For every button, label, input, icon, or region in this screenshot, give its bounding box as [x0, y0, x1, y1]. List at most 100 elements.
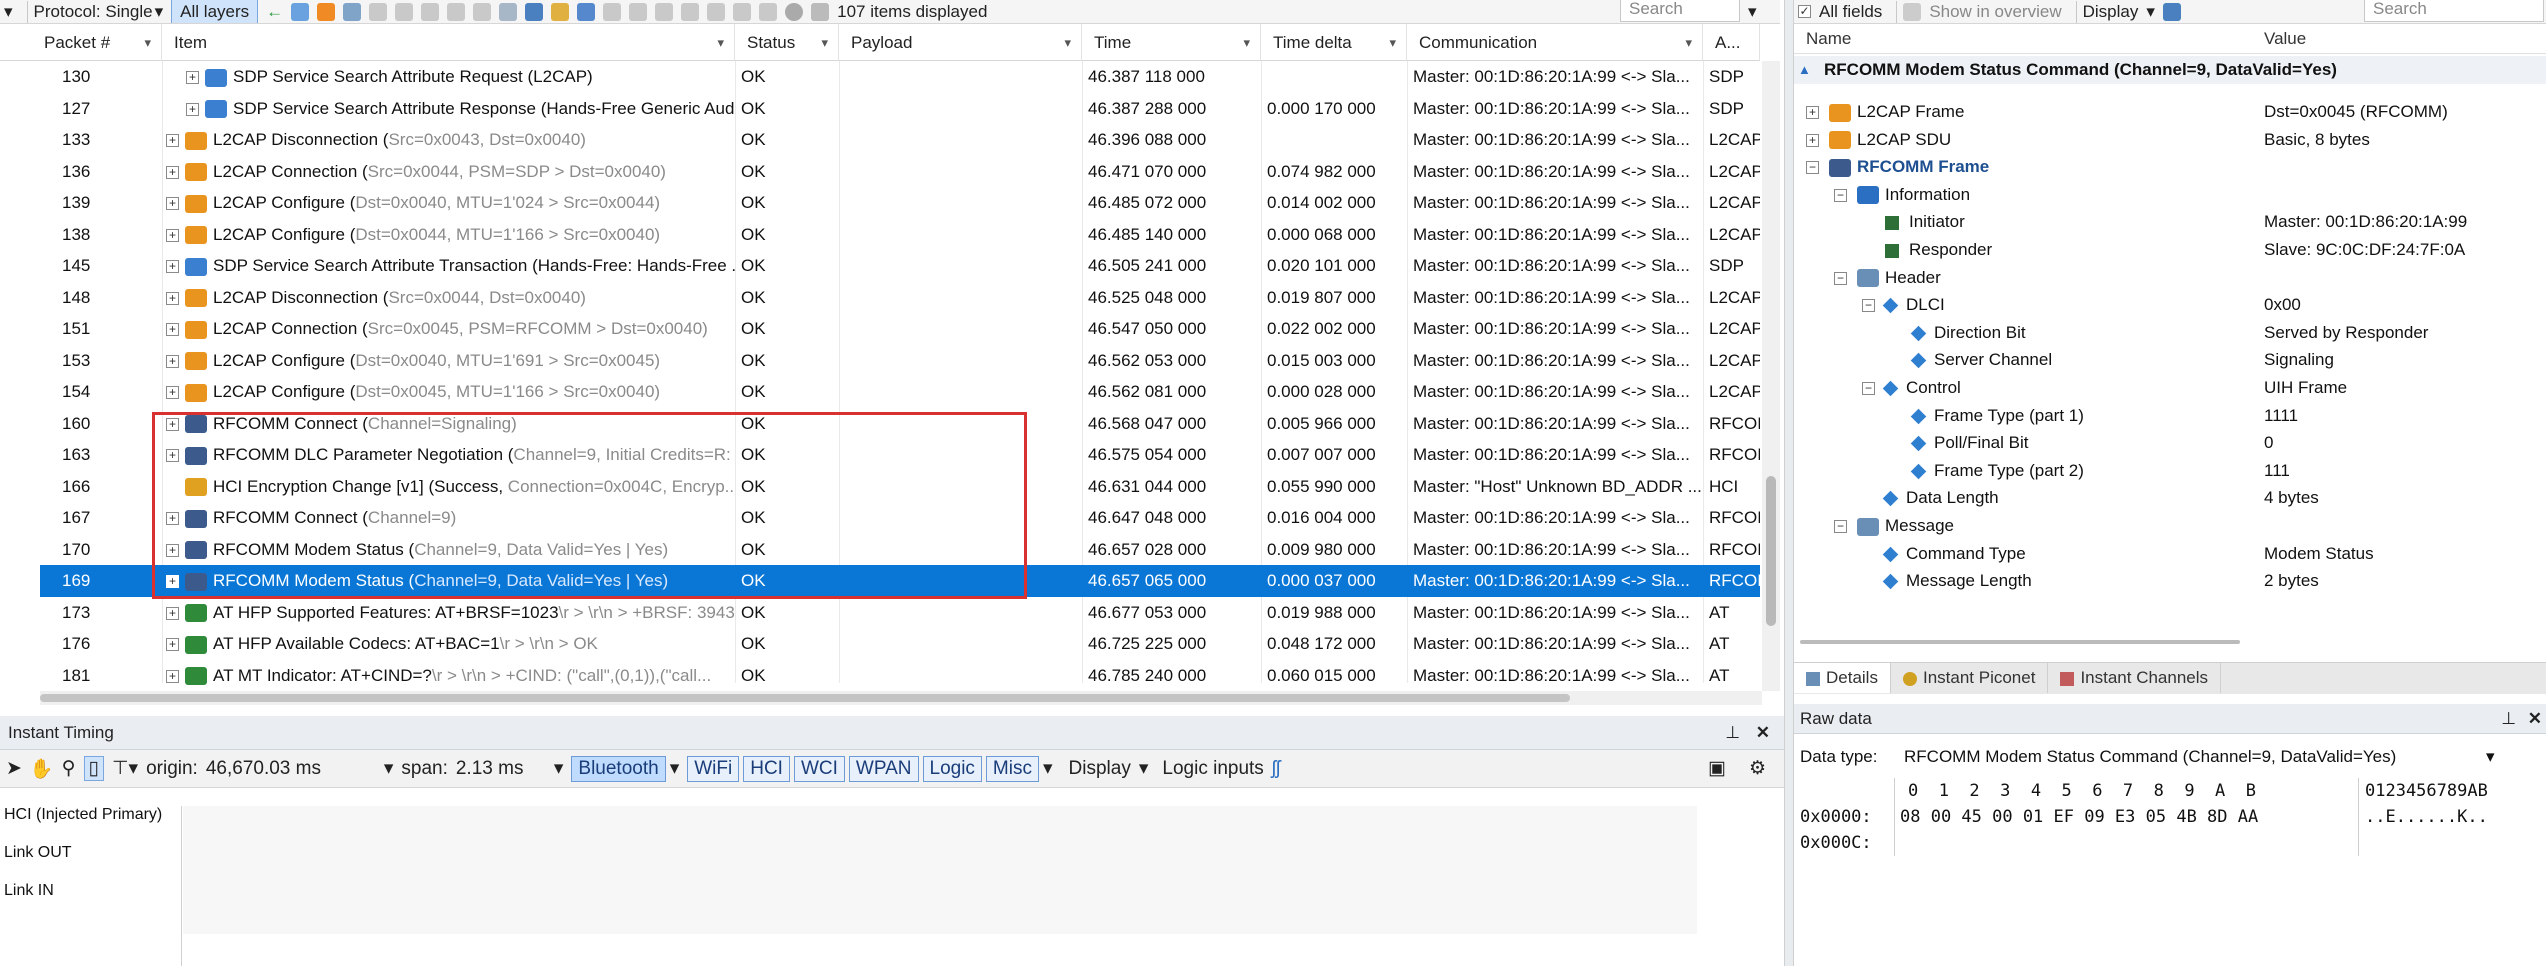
tool-icon[interactable]: [395, 2, 414, 21]
vertical-splitter[interactable]: [1784, 0, 1794, 966]
filter-hci[interactable]: HCI: [743, 755, 790, 782]
search-input[interactable]: Search: [1620, 0, 1740, 22]
details-hscrollbar-thumb[interactable]: [1800, 640, 2240, 644]
collapse-icon[interactable]: −: [1806, 161, 1819, 175]
packet-list-hscrollbar[interactable]: [40, 691, 1762, 705]
table-row[interactable]: 176 + AT HFP Available Codecs: AT+BAC=1\r …: [40, 628, 1760, 660]
close-icon[interactable]: ✕: [1756, 716, 1770, 750]
chevron-down-icon[interactable]: ▾: [2486, 740, 2495, 774]
chevron-down-icon[interactable]: ▾: [1043, 757, 1053, 780]
tab-details[interactable]: Details: [1794, 663, 1891, 693]
table-row[interactable]: 133 + L2CAP Disconnection (Src=0x0043, Dst…: [40, 124, 1760, 156]
col-name[interactable]: Name: [1806, 24, 1851, 54]
protocol-select[interactable]: Protocol: Single: [34, 2, 153, 22]
hscrollbar-thumb[interactable]: [40, 694, 1570, 702]
table-row[interactable]: 181 + AT MT Indicator: AT+CIND=?\r > \r\n …: [40, 660, 1760, 692]
details-hscrollbar[interactable]: [1800, 640, 2530, 646]
collapse-icon[interactable]: −: [1834, 520, 1847, 534]
chevron-down-icon[interactable]: ▾: [1139, 757, 1149, 780]
view-toggle-button[interactable]: ▯: [83, 756, 104, 781]
filter-logic[interactable]: Logic: [922, 755, 982, 782]
collapse-icon[interactable]: −: [1834, 188, 1847, 202]
checkbox-all-fields[interactable]: ✓: [1798, 5, 1811, 18]
filter-bluetooth[interactable]: Bluetooth: [571, 755, 666, 782]
tree-node[interactable]: + L2CAP SDU: [1806, 126, 1951, 154]
collapse-icon[interactable]: −: [1862, 299, 1875, 313]
settings-icon[interactable]: ⚙: [1749, 757, 1766, 780]
table-row[interactable]: 127 + SDP Service Search Attribute Respons…: [40, 93, 1760, 125]
filter-icon[interactable]: [369, 2, 388, 21]
table-row[interactable]: 139 + L2CAP Configure (Dst=0x0040, MTU=1'0…: [40, 187, 1760, 219]
close-icon[interactable]: ✕: [2528, 704, 2542, 734]
col-value[interactable]: Value: [2264, 24, 2306, 54]
expand-icon[interactable]: +: [166, 165, 179, 179]
tree-node[interactable]: Responder: [1862, 236, 1992, 264]
expand-icon[interactable]: +: [1806, 106, 1819, 120]
table-row[interactable]: 154 + L2CAP Configure (Dst=0x0045, MTU=1'1…: [40, 376, 1760, 408]
tree-node[interactable]: Frame Type (part 2): [1890, 457, 2084, 485]
timing-canvas[interactable]: [183, 806, 1697, 934]
data-type-select[interactable]: RFCOMM Modem Status Command (Channel=9, …: [1904, 740, 2396, 774]
display-menu[interactable]: Display: [2083, 2, 2139, 22]
search-options-icon[interactable]: ▾: [1748, 2, 1757, 22]
all-layers-button[interactable]: All layers: [171, 0, 259, 23]
details-search-input[interactable]: Search: [2364, 0, 2544, 22]
tool-icon[interactable]: [447, 2, 466, 21]
tree-node[interactable]: Poll/Final Bit: [1890, 429, 2028, 457]
expand-icon[interactable]: +: [166, 228, 179, 242]
tree-node[interactable]: − Information: [1834, 181, 1970, 209]
col-header-layer[interactable]: A...: [1703, 24, 1760, 61]
back-arrow-icon[interactable]: ←: [266, 2, 283, 22]
export-icon[interactable]: [811, 2, 830, 21]
origin-input[interactable]: 46,670.03 ms: [206, 758, 376, 780]
expand-icon[interactable]: +: [186, 102, 199, 116]
pin-icon[interactable]: ⊥: [2501, 704, 2516, 734]
zoom-icon[interactable]: ⚲: [62, 757, 76, 780]
expand-icon[interactable]: +: [166, 606, 179, 620]
col-header-packet[interactable]: Packet # ▾: [0, 24, 162, 61]
collapse-icon[interactable]: −: [1862, 382, 1875, 396]
chevron-down-icon[interactable]: ▾: [155, 2, 164, 22]
tree-node[interactable]: − RFCOMM Frame: [1806, 153, 1989, 181]
tool-icon[interactable]: [707, 2, 726, 21]
col-header-status[interactable]: Status ▾: [735, 24, 839, 61]
span-input[interactable]: 2.13 ms: [456, 758, 546, 780]
packet-list-scrollbar[interactable]: [1762, 61, 1780, 691]
tool-icon[interactable]: [681, 2, 700, 21]
tree-node[interactable]: Command Type: [1862, 540, 2026, 568]
tool-icon[interactable]: [629, 2, 648, 21]
tree-node[interactable]: Frame Type (part 1): [1890, 402, 2084, 430]
expand-icon[interactable]: +: [166, 323, 179, 337]
logic-wave-icon[interactable]: ʃʃ: [1272, 758, 1280, 780]
highlight-icon[interactable]: [291, 2, 310, 21]
expand-icon[interactable]: +: [166, 386, 179, 400]
tree-node[interactable]: − Message: [1834, 512, 1954, 540]
tool-icon[interactable]: [655, 2, 674, 21]
col-header-payload[interactable]: Payload ▾: [839, 24, 1082, 61]
ruler-icon[interactable]: ⊤▾: [112, 757, 138, 780]
table-row[interactable]: 153 + L2CAP Configure (Dst=0x0040, MTU=1'6…: [40, 345, 1760, 377]
tool-icon[interactable]: [473, 2, 492, 21]
hand-tool-icon[interactable]: ✋: [30, 757, 54, 781]
col-header-item[interactable]: Item ▾: [162, 24, 735, 61]
expand-icon[interactable]: +: [186, 71, 199, 85]
collapse-icon[interactable]: −: [1834, 271, 1847, 285]
tree-node[interactable]: Initiator: [1862, 208, 1965, 236]
table-row[interactable]: 151 + L2CAP Connection (Src=0x0045, PSM=RF…: [40, 313, 1760, 345]
expand-icon[interactable]: +: [166, 638, 179, 652]
show-in-overview-button[interactable]: Show in overview: [1929, 2, 2061, 22]
collapse-icon[interactable]: ▲: [1798, 56, 1811, 84]
display-menu[interactable]: Display: [1069, 758, 1131, 780]
expand-icon[interactable]: +: [166, 197, 179, 211]
tool-icon[interactable]: [525, 2, 544, 21]
tree-node[interactable]: + L2CAP Frame: [1806, 98, 1964, 126]
tool-icon[interactable]: [759, 2, 778, 21]
bookmark-icon[interactable]: [317, 2, 336, 21]
tree-node[interactable]: Message Length: [1862, 567, 2032, 595]
tab-instant-piconet[interactable]: Instant Piconet: [1891, 663, 2049, 693]
show-in-overview-icon[interactable]: [1903, 2, 1922, 21]
expand-icon[interactable]: +: [166, 260, 179, 274]
filter-dropdown-icon[interactable]: ▾: [4, 2, 13, 22]
tool-icon[interactable]: [603, 2, 622, 21]
expand-icon[interactable]: +: [166, 669, 179, 683]
